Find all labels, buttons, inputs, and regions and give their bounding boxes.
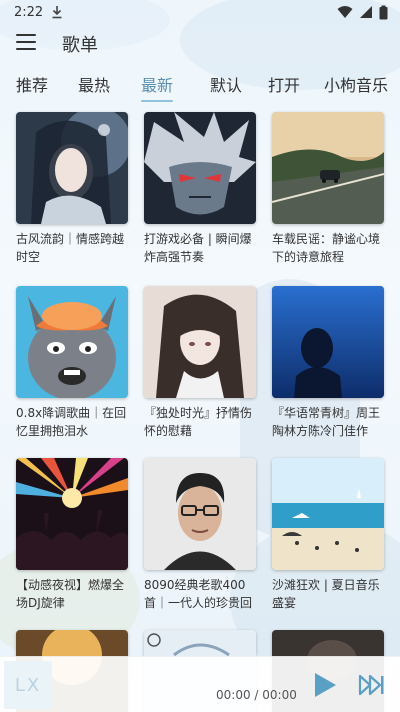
signal-icon bbox=[360, 6, 372, 18]
playlist-cover bbox=[272, 286, 384, 398]
tab-xiaogou-music[interactable]: 小枸音乐 bbox=[324, 72, 388, 96]
playlist-cover bbox=[144, 458, 256, 570]
status-time: 2:22 bbox=[14, 4, 44, 20]
playlist-cover bbox=[144, 286, 256, 398]
tab-recommend[interactable]: 推荐 bbox=[16, 72, 48, 96]
playlist-title: 8090经典老歌400首｜一代人的珍贵回忆 bbox=[144, 578, 253, 610]
playlist-card[interactable]: 『华语常青树』周王陶林方陈冷门佳作 bbox=[272, 286, 384, 440]
tab-newest[interactable]: 最新 bbox=[141, 72, 174, 102]
download-icon bbox=[52, 6, 62, 19]
tab-open[interactable]: 打开 bbox=[268, 72, 300, 96]
playlist-title: 车载民谣：静谧心境下的诗意旅程 bbox=[272, 232, 381, 264]
playlist-card[interactable]: 打游戏必备 | 瞬间爆炸高强节奏 bbox=[144, 112, 256, 266]
playlist-title: 0.8x降调歌曲｜在回忆里拥抱泪水 bbox=[16, 406, 127, 438]
skip-next-icon[interactable] bbox=[358, 673, 386, 697]
playlist-cover bbox=[272, 458, 384, 570]
playlist-card[interactable]: 8090经典老歌400首｜一代人的珍贵回忆 bbox=[144, 458, 256, 612]
app-bar: 歌单 bbox=[0, 26, 400, 62]
playlist-card[interactable]: 『独处时光』抒情伤怀的慰藉 bbox=[144, 286, 256, 440]
menu-icon[interactable] bbox=[16, 34, 36, 52]
playlist-cover bbox=[144, 112, 256, 224]
playlist-title: 『华语常青树』周王陶林方陈冷门佳作 bbox=[272, 406, 381, 438]
playlist-title: 【动感夜视】燃爆全场DJ旋律 bbox=[16, 578, 125, 610]
playlist-card[interactable]: 古风流韵｜情感跨越时空 bbox=[16, 112, 128, 266]
playback-time: 00:00 / 00:00 bbox=[216, 688, 297, 702]
page-title: 歌单 bbox=[62, 35, 98, 56]
tab-bar: 推荐 最热 最新 默认 打开 小枸音乐 bbox=[0, 70, 400, 102]
play-icon[interactable] bbox=[312, 671, 338, 699]
playlist-cover bbox=[16, 112, 128, 224]
playlist-card[interactable]: 0.8x降调歌曲｜在回忆里拥抱泪水 bbox=[16, 286, 128, 440]
playlist-cover bbox=[272, 112, 384, 224]
mini-player[interactable]: LX 00:00 / 00:00 bbox=[0, 656, 400, 712]
playlist-title: 古风流韵｜情感跨越时空 bbox=[16, 232, 125, 264]
playlist-title: 『独处时光』抒情伤怀的慰藉 bbox=[144, 406, 253, 438]
playlist-title: 沙滩狂欢 | 夏日音乐盛宴 bbox=[272, 578, 380, 610]
playlist-title: 打游戏必备 | 瞬间爆炸高强节奏 bbox=[144, 232, 252, 264]
battery-icon bbox=[379, 5, 388, 19]
playlist-cover bbox=[16, 286, 128, 398]
wifi-icon bbox=[337, 6, 353, 18]
status-bar: 2:22 bbox=[0, 0, 400, 24]
player-cover[interactable]: LX bbox=[4, 661, 52, 709]
tab-default[interactable]: 默认 bbox=[210, 72, 242, 96]
playlist-card[interactable]: 车载民谣：静谧心境下的诗意旅程 bbox=[272, 112, 384, 266]
tab-hottest[interactable]: 最热 bbox=[78, 72, 110, 96]
playlist-card[interactable]: 【动感夜视】燃爆全场DJ旋律 bbox=[16, 458, 128, 612]
playlist-card[interactable]: 沙滩狂欢 | 夏日音乐盛宴 bbox=[272, 458, 384, 612]
playlist-cover bbox=[16, 458, 128, 570]
